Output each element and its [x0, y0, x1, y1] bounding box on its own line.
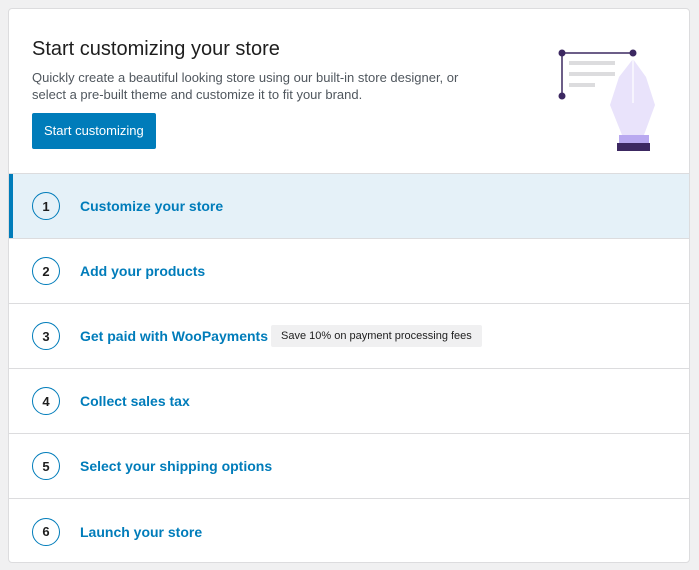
task-number-circle: 5	[32, 452, 60, 480]
task-woopayments[interactable]: 3 Get paid with WooPayments Save 10% on …	[9, 304, 689, 369]
header-description: Quickly create a beautiful looking store…	[32, 70, 459, 102]
promo-badge: Save 10% on payment processing fees	[271, 325, 482, 347]
task-number-circle: 6	[32, 517, 60, 546]
header-title: Start customizing your store	[32, 38, 280, 60]
start-customizing-button[interactable]: Start customizing	[32, 113, 156, 149]
task-label: Get paid with WooPayments	[80, 328, 268, 344]
task-label: Add your products	[80, 263, 206, 279]
task-shipping-options[interactable]: 5 Select your shipping options	[9, 434, 689, 499]
task-collect-sales-tax[interactable]: 4 Collect sales tax	[9, 369, 689, 434]
task-label: Customize your store	[80, 198, 224, 214]
pen-tool-design-icon	[558, 49, 655, 151]
task-add-products[interactable]: 2 Add your products	[9, 239, 689, 304]
task-launch-store[interactable]: 6 Launch your store	[9, 499, 689, 562]
card-header: Start customizing your store Quickly cre…	[9, 9, 689, 174]
task-label: Collect sales tax	[80, 393, 190, 409]
task-list-card: Start customizing your store Quickly cre…	[8, 8, 690, 563]
task-label: Launch your store	[80, 523, 203, 540]
task-customize-store[interactable]: 1 Customize your store	[9, 174, 689, 239]
task-number-circle: 2	[32, 257, 60, 285]
task-number-circle: 3	[32, 322, 60, 350]
task-number-circle: 1	[32, 192, 60, 220]
task-label: Select your shipping options	[80, 458, 273, 474]
task-number-circle: 4	[32, 387, 60, 415]
task-list: 1 Customize your store 2 Add your produc…	[9, 174, 689, 562]
